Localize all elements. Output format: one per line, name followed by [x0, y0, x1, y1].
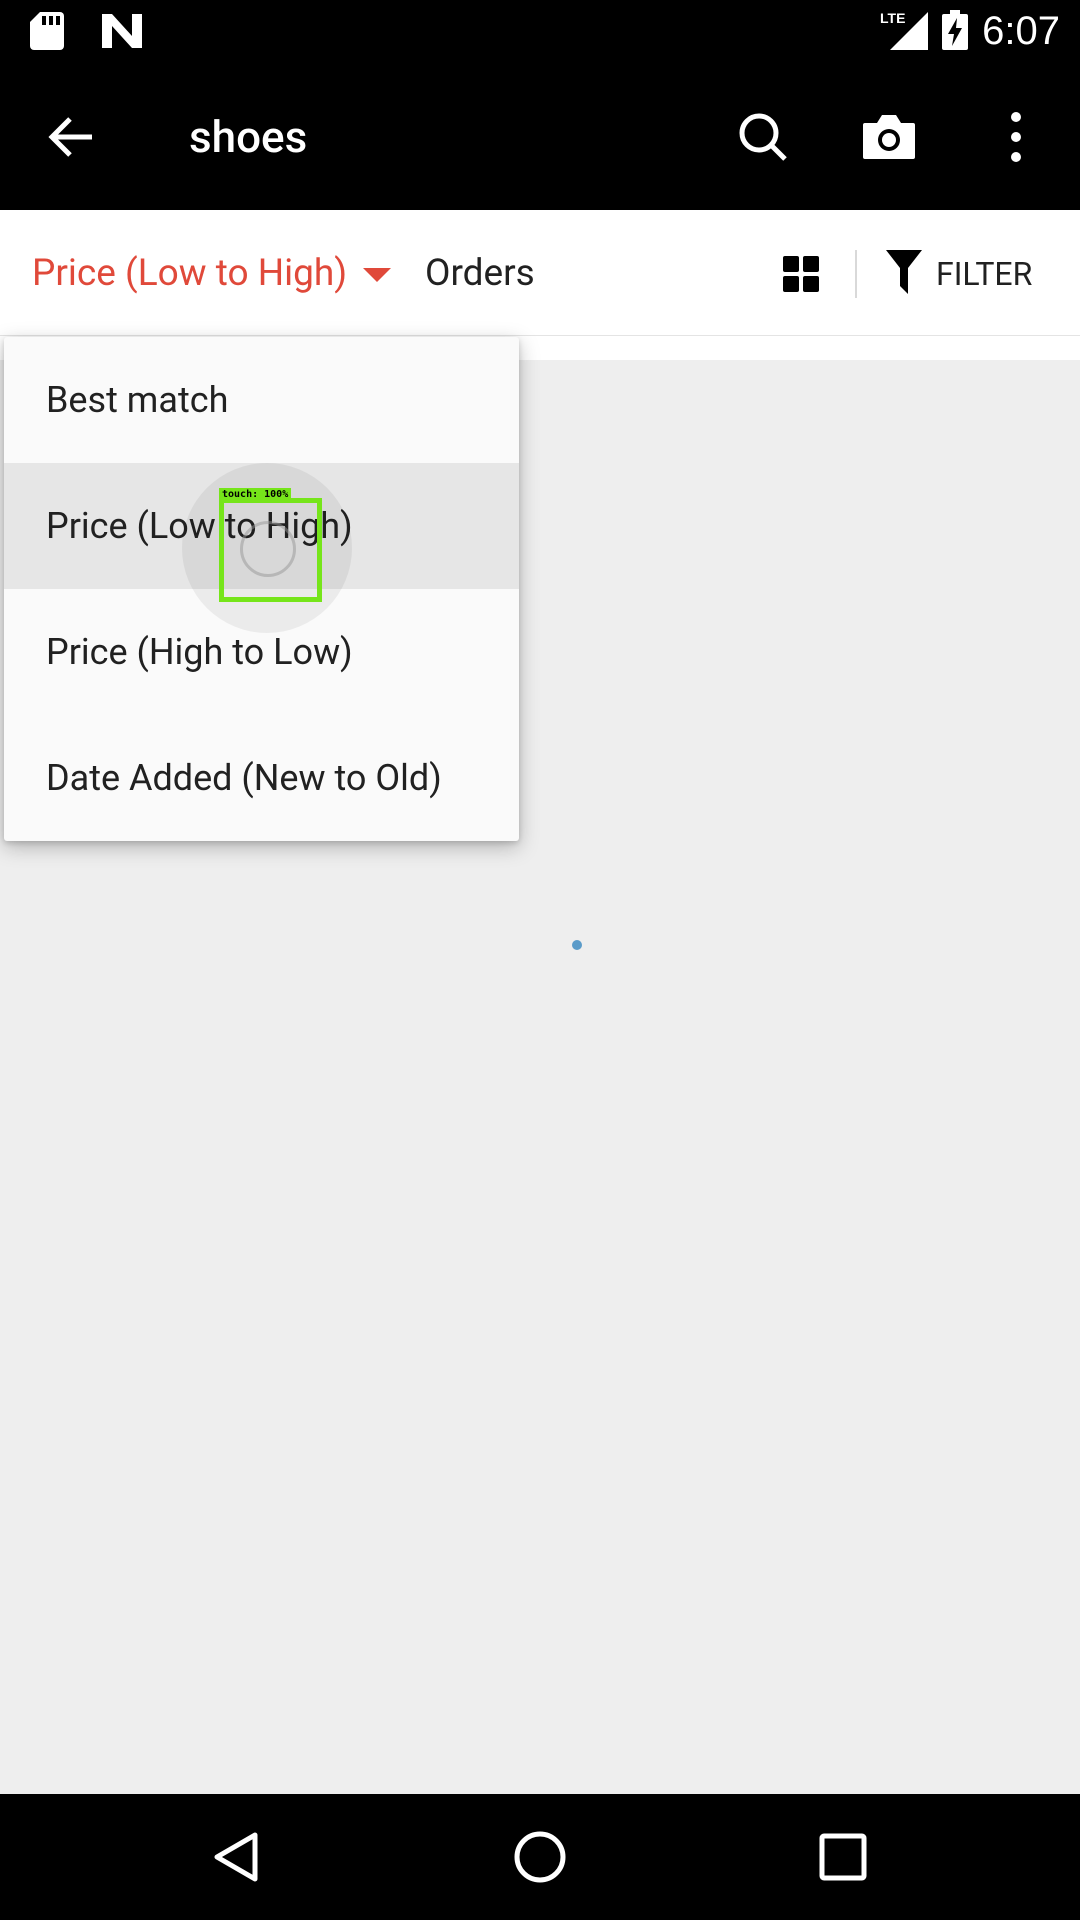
lte-signal-icon: LTE: [880, 10, 929, 54]
battery-charging-icon: [942, 9, 969, 54]
sort-bar: Price (Low to High) Orders FILTER: [0, 210, 1080, 336]
nav-recents-icon[interactable]: [813, 1827, 873, 1887]
n-app-icon: [102, 14, 142, 52]
sort-option-label: Best match: [46, 379, 229, 421]
nav-back-icon[interactable]: [207, 1827, 267, 1887]
touch-label: touch: 100%: [219, 488, 292, 501]
search-icon[interactable]: [733, 107, 793, 167]
sort-option-label: Date Added (New to Old): [46, 757, 442, 799]
sort-option-best-match[interactable]: Best match: [4, 337, 519, 463]
sort-option-date-added[interactable]: Date Added (New to Old): [4, 715, 519, 841]
loading-indicator: [572, 940, 582, 950]
sd-card-icon: [30, 12, 64, 54]
filter-button[interactable]: FILTER: [886, 246, 1032, 302]
nav-home-icon[interactable]: [510, 1827, 570, 1887]
filter-icon: [886, 250, 922, 298]
app-bar: shoes: [0, 63, 1080, 210]
navigation-bar: [0, 1794, 1080, 1920]
touch-highlight-box: [219, 498, 322, 602]
more-vert-icon[interactable]: [986, 107, 1046, 167]
grid-view-icon[interactable]: [783, 256, 819, 292]
network-type: LTE: [880, 10, 905, 26]
filter-label: FILTER: [936, 255, 1033, 293]
divider: [855, 250, 857, 298]
camera-icon[interactable]: [859, 107, 919, 167]
sort-option-label: Price (High to Low): [46, 631, 353, 673]
back-arrow-icon[interactable]: [44, 109, 100, 165]
orders-sort-tab[interactable]: Orders: [425, 252, 535, 295]
page-title: shoes: [189, 111, 308, 163]
status-bar: LTE 6:07: [0, 0, 1080, 63]
sort-dropdown-label[interactable]: Price (Low to High): [32, 252, 347, 295]
clock: 6:07: [982, 9, 1060, 53]
chevron-down-icon[interactable]: [363, 268, 391, 282]
